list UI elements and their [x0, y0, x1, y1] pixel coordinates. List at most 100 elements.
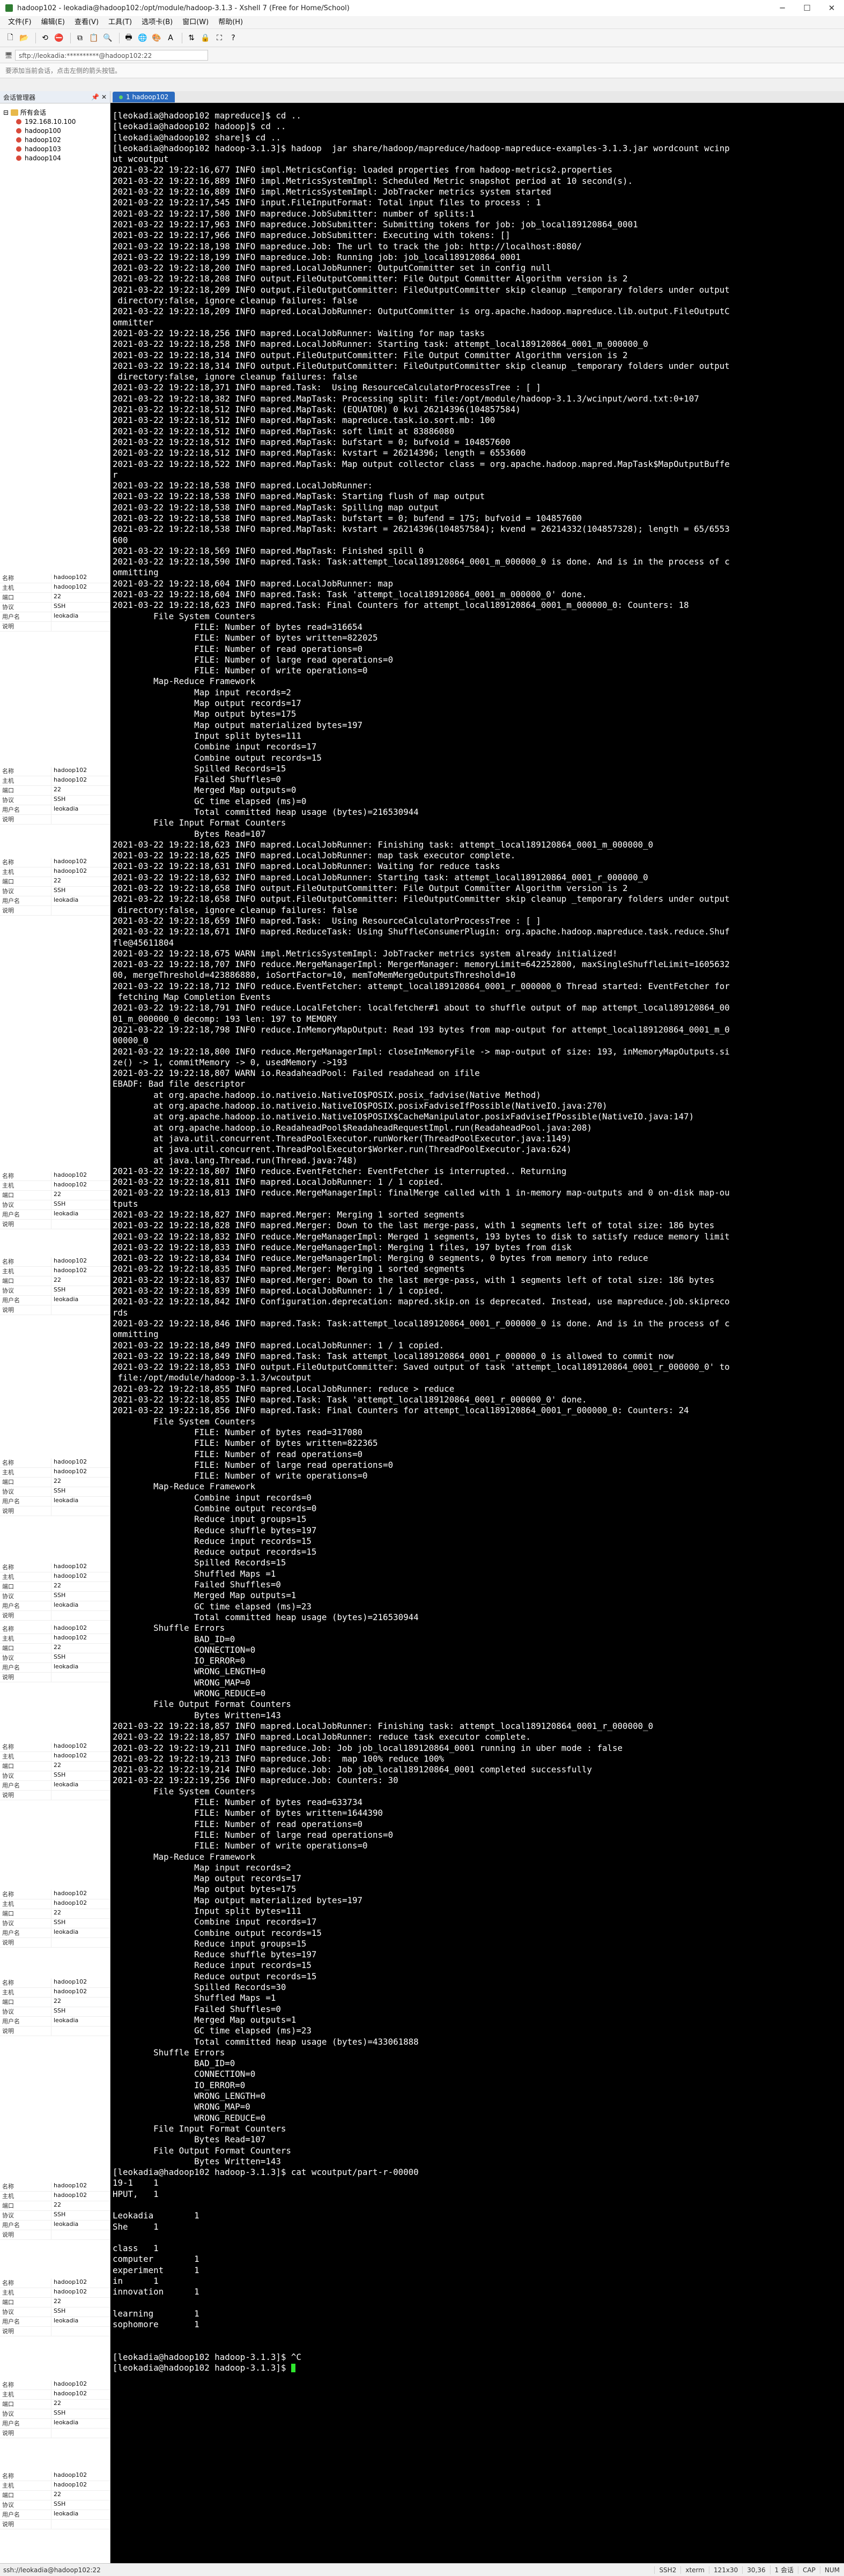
terminal-line: 2021-03-22 19:22:18,837 INFO mapred.Merg…: [113, 1274, 715, 1285]
property-row: 协议 SSH: [0, 2409, 110, 2419]
terminal-line: BAD_ID=0: [113, 1634, 235, 1644]
terminal-line: Reduce input groups=15: [113, 1514, 307, 1525]
xshell-app-icon: [5, 4, 13, 12]
terminal-line: 2021-03-22 19:22:18,839 INFO mapred.Loca…: [113, 1286, 445, 1296]
close-button[interactable]: ✕: [819, 0, 844, 16]
menu-tools[interactable]: 工具(T): [103, 16, 137, 29]
terminal-line: [leokadia@hadoop102 mapreduce]$ cd ..: [113, 110, 301, 121]
property-row: 说明: [0, 1938, 110, 1948]
property-row: 用户名 leokadia: [0, 2017, 110, 2026]
menu-help[interactable]: 帮助(H): [213, 16, 248, 29]
minimize-button[interactable]: ─: [770, 0, 795, 16]
property-key: 名称: [0, 2380, 51, 2389]
paste-icon[interactable]: 📋: [88, 32, 100, 44]
terminal-line: [leokadia@hadoop102 hadoop-3.1.3]$ ^C: [113, 2352, 301, 2363]
terminal[interactable]: [leokadia@hadoop102 mapreduce]$ cd .. [l…: [110, 103, 844, 2563]
terminal-line: FILE: Number of bytes read=317080: [113, 1427, 363, 1437]
minus-icon[interactable]: ⊟: [3, 109, 9, 116]
property-value: [51, 1305, 110, 1315]
property-value: hadoop102: [54, 1468, 87, 1475]
fullscreen-icon[interactable]: ⛶: [213, 32, 225, 44]
property-key: 用户名: [0, 1601, 51, 1610]
print-icon[interactable]: 🖶: [123, 32, 135, 44]
property-row: 名称 hadoop102: [0, 574, 110, 583]
terminal-line: Leokadia 1: [113, 2210, 199, 2221]
reconnect-icon[interactable]: ⟲: [39, 32, 51, 44]
copy-icon[interactable]: ⧉: [74, 32, 86, 44]
tree-item-hadoop102[interactable]: hadoop102: [3, 135, 110, 144]
property-value: hadoop102: [54, 2471, 87, 2478]
menu-file[interactable]: 文件(F): [3, 16, 36, 29]
color-scheme-icon[interactable]: 🎨: [151, 32, 162, 44]
terminal-line: Combine output records=0: [113, 1503, 317, 1513]
tree-item-hadoop103[interactable]: hadoop103: [3, 144, 110, 153]
new-session-icon[interactable]: 🗋: [4, 32, 16, 44]
property-row: 协议 SSH: [0, 796, 110, 805]
globe-icon[interactable]: 🌐: [137, 32, 149, 44]
property-row: 端口 22: [0, 593, 110, 603]
find-icon[interactable]: 🔍: [102, 32, 114, 44]
property-row: 主机 hadoop102: [0, 867, 110, 877]
property-row: 端口 22: [0, 2400, 110, 2409]
tree-item-hadoop104[interactable]: hadoop104: [3, 153, 110, 162]
property-row: 协议 SSH: [0, 1653, 110, 1663]
terminal-line: IO_ERROR=0: [113, 2080, 246, 2090]
menu-window[interactable]: 窗口(W): [177, 16, 213, 29]
terminal-line: Bytes Written=143: [113, 1710, 281, 1720]
property-row: 主机 hadoop102: [0, 2481, 110, 2491]
terminal-line: 2021-03-22 19:22:18,198 INFO mapreduce.J…: [113, 241, 582, 251]
terminal-line: Reduce input records=15: [113, 1535, 312, 1546]
terminal-line: 2021-03-22 19:22:18,258 INFO mapred.Loca…: [113, 339, 648, 350]
terminal-line: Reduce input records=15: [113, 1960, 312, 1971]
terminal-line: 2021-03-22 19:22:18,623 INFO mapred.Loca…: [113, 839, 654, 850]
terminal-line: 2021-03-22 19:22:18,855 INFO mapred.Loca…: [113, 1383, 455, 1394]
terminal-line: at org.apache.hadoop.io.nativeio.NativeI…: [113, 1111, 694, 1122]
terminal-line: 2021-03-22 19:22:18,807 WARN io.Readahea…: [113, 1068, 480, 1079]
property-key: 用户名: [0, 1296, 51, 1305]
tree-folder-all-sessions[interactable]: ⊟ 所有会话: [3, 108, 110, 117]
property-value: hadoop102: [54, 767, 87, 774]
terminal-line: Reduce output records=15: [113, 1971, 317, 1981]
terminal-line: BAD_ID=0: [113, 2058, 235, 2069]
lock-icon[interactable]: 🔒: [199, 32, 211, 44]
terminal-line: ut wcoutput: [113, 154, 169, 165]
property-row: 主机 hadoop102: [0, 1181, 110, 1191]
terminal-line: 2021-03-22 19:22:17,580 INFO mapreduce.J…: [113, 208, 475, 219]
menu-view[interactable]: 查看(V): [70, 16, 103, 29]
property-row: 主机 hadoop102: [0, 2390, 110, 2400]
terminal-line: Spilled Records=15: [113, 1557, 286, 1568]
open-session-icon[interactable]: 📂: [18, 32, 30, 44]
property-row: 协议 SSH: [0, 1771, 110, 1781]
terminal-line: directory:false, ignore cleanup failures…: [113, 904, 358, 915]
help-icon[interactable]: ?: [227, 32, 239, 44]
property-row: 说明: [0, 1611, 110, 1621]
terminal-line: ommitting: [113, 567, 159, 578]
terminal-line: Map output materialized bytes=197: [113, 719, 363, 730]
property-row: 说明: [0, 2026, 110, 2036]
terminal-line: Map output bytes=175: [113, 1884, 297, 1895]
pin-icon[interactable]: 📌 ✕: [91, 93, 107, 101]
terminal-line: 2021-03-22 19:22:17,545 INFO input.FileI…: [113, 197, 541, 208]
terminal-line: 00000_0: [113, 1035, 149, 1046]
property-row: 名称 hadoop102: [0, 1890, 110, 1899]
font-icon[interactable]: A: [165, 32, 176, 44]
tab-hadoop102[interactable]: 1 hadoop102: [113, 92, 175, 102]
terminal-line: Bytes Written=143: [113, 2156, 281, 2166]
property-key: 协议: [0, 2500, 51, 2510]
terminal-line: File Input Format Counters: [113, 2123, 286, 2134]
property-value: 22: [54, 1644, 61, 1651]
property-key: 名称: [0, 1890, 51, 1899]
property-row: 名称 hadoop102: [0, 1171, 110, 1181]
maximize-button[interactable]: ☐: [795, 0, 819, 16]
address-input[interactable]: sftp://leokadia:**********@hadoop102:22: [15, 49, 208, 61]
property-table: 名称 hadoop102 主机 hadoop102 端口 22 协议 SSH 用户名 leokad…: [0, 1978, 110, 2036]
disconnect-icon[interactable]: ⛔: [53, 32, 65, 44]
menu-tab[interactable]: 选项卡(B): [137, 16, 177, 29]
menu-edit[interactable]: 编辑(E): [36, 16, 70, 29]
xftp-icon[interactable]: ⇅: [186, 32, 197, 44]
tree-item-label: hadoop104: [25, 154, 61, 162]
property-row: 协议 SSH: [0, 2307, 110, 2317]
property-row: 端口 22: [0, 1191, 110, 1200]
tree-item-192-168-10-100[interactable]: 192.168.10.100: [3, 117, 110, 126]
tree-item-hadoop100[interactable]: hadoop100: [3, 126, 110, 135]
